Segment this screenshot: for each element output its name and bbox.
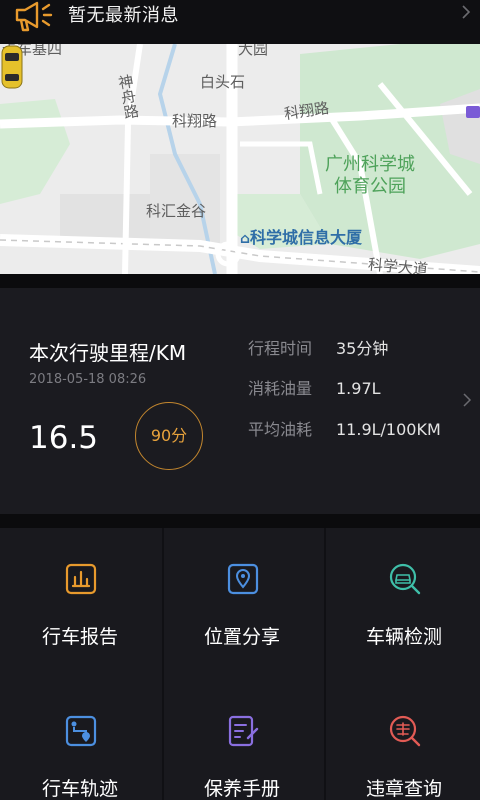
stat-key: 消耗油量 bbox=[248, 379, 313, 398]
menu-violation-query[interactable]: 违章查询 bbox=[324, 680, 480, 800]
menu-label: 行车轨迹 bbox=[41, 778, 118, 800]
menu-label: 位置分享 bbox=[203, 626, 280, 648]
route-track-icon bbox=[65, 715, 97, 747]
chart-report-icon bbox=[65, 563, 97, 595]
chevron-right-icon bbox=[463, 393, 472, 407]
section-divider bbox=[0, 514, 480, 528]
trip-date: 2018-05-18 08:26 bbox=[29, 372, 147, 387]
map-label-park: 广州科学城 体育公园 bbox=[325, 154, 415, 197]
maintenance-book-icon bbox=[228, 715, 259, 747]
trip-distance: 16.5 bbox=[29, 420, 99, 456]
stat-row-avg-consumption: 平均油耗 11.9L/100KM bbox=[248, 416, 441, 440]
stat-key: 行程时间 bbox=[248, 339, 313, 358]
location-pin-icon bbox=[227, 563, 259, 595]
map-poi-info-building[interactable]: ⌂科学城信息大厦 bbox=[240, 224, 362, 248]
stat-row-duration: 行程时间 35分钟 bbox=[248, 335, 388, 359]
stat-value: 35分钟 bbox=[336, 339, 389, 358]
map-poi-label: 科学城信息大厦 bbox=[250, 228, 363, 247]
menu-label: 车辆检测 bbox=[365, 626, 442, 648]
menu-label: 保养手册 bbox=[203, 778, 280, 800]
stat-value: 11.9L/100KM bbox=[336, 420, 441, 439]
map-label-top-mid: 大园 bbox=[238, 44, 269, 58]
notice-text: 暂无最新消息 bbox=[68, 5, 179, 26]
megaphone-icon bbox=[15, 1, 53, 32]
map-label-kexiang-road: 科翔路 bbox=[172, 112, 218, 130]
map-label-baitoushi: 白头石 bbox=[200, 73, 246, 91]
menu-label: 违章查询 bbox=[365, 778, 442, 800]
section-divider bbox=[0, 274, 480, 288]
chevron-right-icon bbox=[462, 5, 471, 19]
building-icon: ⌂ bbox=[240, 231, 251, 247]
menu-driving-track[interactable]: 行车轨迹 bbox=[0, 680, 160, 800]
notice-bar[interactable]: 暂无最新消息 bbox=[0, 0, 480, 44]
map-view[interactable]: 卡车基四 大园 白头石 科翔路 科翔路 神舟路 广州科学城 体育公园 科汇金谷 … bbox=[0, 44, 480, 274]
menu-driving-report[interactable]: 行车报告 bbox=[0, 528, 160, 680]
menu-label: 行车报告 bbox=[41, 626, 118, 648]
menu-maintenance-manual[interactable]: 保养手册 bbox=[162, 680, 322, 800]
menu-vehicle-inspection[interactable]: 车辆检测 bbox=[324, 528, 480, 680]
map-label-kehui: 科汇金谷 bbox=[146, 202, 207, 220]
car-inspect-icon bbox=[389, 563, 421, 595]
trip-title: 本次行驶里程/KM bbox=[29, 341, 187, 365]
trip-summary-card[interactable]: 本次行驶里程/KM 2018-05-18 08:26 16.5 90分 行程时间… bbox=[0, 288, 480, 514]
car-marker-icon[interactable] bbox=[0, 44, 24, 90]
driving-score-badge[interactable]: 90分 bbox=[135, 402, 203, 470]
function-grid: 行车报告 位置分享 车辆检测 行车轨迹 保养手册 违章查询 bbox=[0, 528, 480, 800]
stat-value: 1.97L bbox=[336, 379, 381, 398]
menu-location-share[interactable]: 位置分享 bbox=[162, 528, 322, 680]
stat-key: 平均油耗 bbox=[248, 420, 313, 439]
violation-search-icon bbox=[389, 715, 421, 747]
stat-row-fuel: 消耗油量 1.97L bbox=[248, 375, 381, 399]
